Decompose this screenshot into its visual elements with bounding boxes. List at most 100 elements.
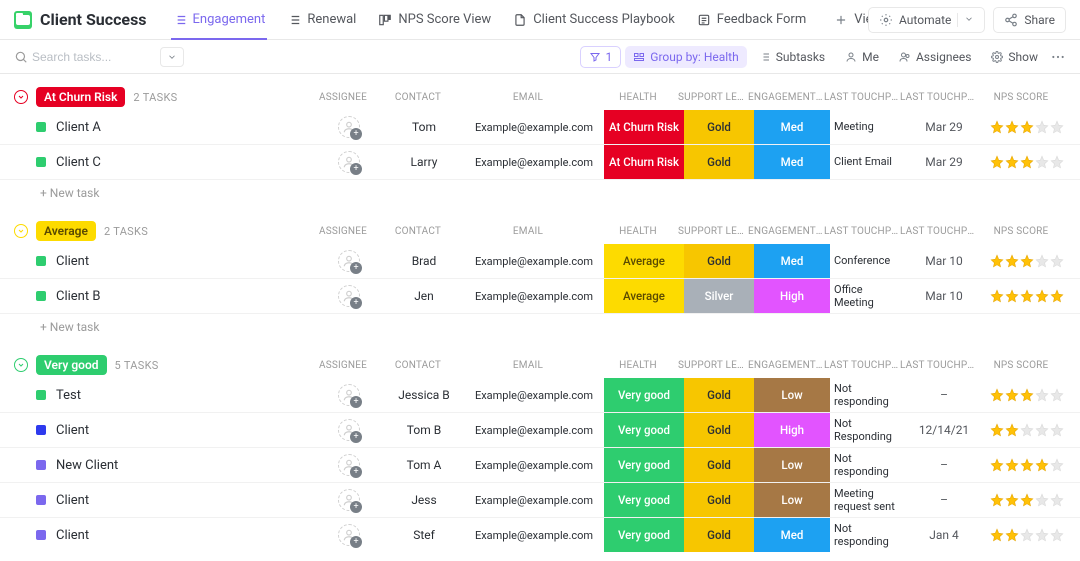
task-name-cell[interactable]: New Client — [14, 448, 314, 482]
view-tab-engagement[interactable]: Engagement — [163, 0, 276, 40]
touchpoint-type-cell[interactable]: Not responding — [830, 518, 906, 552]
health-cell[interactable]: At Churn Risk — [604, 110, 684, 144]
health-cell[interactable]: Very good — [604, 483, 684, 517]
status-indicator[interactable] — [36, 157, 46, 167]
task-row[interactable]: ClientBradExample@example.comAverageGold… — [0, 244, 1080, 279]
support-cell[interactable]: Gold — [684, 518, 754, 552]
more-menu-button[interactable] — [1050, 49, 1066, 65]
add-view-button[interactable]: View — [824, 0, 868, 40]
status-indicator[interactable] — [36, 530, 46, 540]
support-cell[interactable]: Silver — [684, 279, 754, 313]
nps-stars[interactable] — [990, 458, 1064, 472]
health-cell[interactable]: Very good — [604, 378, 684, 412]
automate-button[interactable]: Automate — [868, 7, 985, 33]
task-name-cell[interactable]: Client C — [14, 145, 314, 179]
group-collapse-toggle[interactable] — [14, 90, 28, 104]
contact-cell[interactable]: Tom A — [384, 448, 464, 482]
touchpoint-date-cell[interactable]: Jan 4 — [906, 518, 982, 552]
contact-cell[interactable]: Jess — [384, 483, 464, 517]
email-cell[interactable]: Example@example.com — [464, 279, 604, 313]
nps-stars[interactable] — [990, 155, 1064, 169]
health-cell[interactable]: Average — [604, 279, 684, 313]
engagement-cell[interactable]: High — [754, 279, 830, 313]
health-cell[interactable]: Very good — [604, 518, 684, 552]
task-row[interactable]: ClientJessExample@example.comVery goodGo… — [0, 483, 1080, 518]
automate-chevron[interactable] — [957, 13, 974, 27]
subtasks-chip[interactable]: Subtasks — [751, 46, 833, 68]
engagement-cell[interactable]: Low — [754, 483, 830, 517]
status-indicator[interactable] — [36, 122, 46, 132]
view-tab-renewal[interactable]: Renewal — [277, 0, 366, 40]
assign-avatar-button[interactable] — [338, 524, 360, 546]
assign-avatar-button[interactable] — [338, 285, 360, 307]
contact-cell[interactable]: Larry — [384, 145, 464, 179]
group-name-pill[interactable]: Very good — [36, 355, 107, 375]
support-cell[interactable]: Gold — [684, 145, 754, 179]
assignee-cell[interactable] — [314, 483, 384, 517]
touchpoint-date-cell[interactable]: Mar 29 — [906, 110, 982, 144]
assignee-cell[interactable] — [314, 448, 384, 482]
email-cell[interactable]: Example@example.com — [464, 244, 604, 278]
status-indicator[interactable] — [36, 495, 46, 505]
assignee-cell[interactable] — [314, 378, 384, 412]
assignee-cell[interactable] — [314, 518, 384, 552]
new-task-button[interactable]: + New task — [0, 180, 1080, 210]
touchpoint-date-cell[interactable]: 12/14/21 — [906, 413, 982, 447]
contact-cell[interactable]: Tom B — [384, 413, 464, 447]
email-cell[interactable]: Example@example.com — [464, 110, 604, 144]
group-name-pill[interactable]: At Churn Risk — [36, 87, 125, 107]
engagement-cell[interactable]: Med — [754, 244, 830, 278]
task-name-cell[interactable]: Test — [14, 378, 314, 412]
health-cell[interactable]: Very good — [604, 413, 684, 447]
touchpoint-type-cell[interactable]: Office Meeting — [830, 279, 906, 313]
engagement-cell[interactable]: Low — [754, 448, 830, 482]
engagement-cell[interactable]: Med — [754, 110, 830, 144]
contact-cell[interactable]: Tom — [384, 110, 464, 144]
group-name-pill[interactable]: Average — [36, 221, 96, 241]
nps-stars[interactable] — [990, 528, 1064, 542]
group-collapse-toggle[interactable] — [14, 224, 28, 238]
assignees-chip[interactable]: Assignees — [891, 46, 979, 68]
task-row[interactable]: New ClientTom AExample@example.comVery g… — [0, 448, 1080, 483]
task-name-cell[interactable]: Client — [14, 483, 314, 517]
touchpoint-date-cell[interactable]: Mar 29 — [906, 145, 982, 179]
group-collapse-toggle[interactable] — [14, 358, 28, 372]
nps-cell[interactable] — [982, 145, 1072, 179]
assign-avatar-button[interactable] — [338, 454, 360, 476]
email-cell[interactable]: Example@example.com — [464, 145, 604, 179]
group-by-chip[interactable]: Group by: Health — [625, 46, 746, 68]
email-cell[interactable]: Example@example.com — [464, 378, 604, 412]
engagement-cell[interactable]: Med — [754, 145, 830, 179]
touchpoint-date-cell[interactable]: Mar 10 — [906, 279, 982, 313]
nps-stars[interactable] — [990, 493, 1064, 507]
touchpoint-date-cell[interactable]: – — [906, 448, 982, 482]
support-cell[interactable]: Gold — [684, 110, 754, 144]
search-filter-dropdown[interactable] — [160, 47, 184, 67]
support-cell[interactable]: Gold — [684, 378, 754, 412]
task-row[interactable]: Test Jessica BExample@example.comVery goo… — [0, 378, 1080, 413]
contact-cell[interactable]: Jessica B — [384, 378, 464, 412]
support-cell[interactable]: Gold — [684, 413, 754, 447]
assignee-cell[interactable] — [314, 413, 384, 447]
assign-avatar-button[interactable] — [338, 384, 360, 406]
support-cell[interactable]: Gold — [684, 483, 754, 517]
nps-cell[interactable] — [982, 483, 1072, 517]
contact-cell[interactable]: Stef — [384, 518, 464, 552]
health-cell[interactable]: Average — [604, 244, 684, 278]
touchpoint-date-cell[interactable]: – — [906, 483, 982, 517]
status-indicator[interactable] — [36, 291, 46, 301]
search-input[interactable] — [32, 50, 152, 64]
task-row[interactable]: Client BJenExample@example.comAverageSil… — [0, 279, 1080, 314]
touchpoint-type-cell[interactable]: Not responding — [830, 448, 906, 482]
nps-cell[interactable] — [982, 518, 1072, 552]
touchpoint-type-cell[interactable]: Not Responding — [830, 413, 906, 447]
assignee-cell[interactable] — [314, 110, 384, 144]
assignee-cell[interactable] — [314, 244, 384, 278]
view-tab-nps-score-view[interactable]: NPS Score View — [368, 0, 501, 40]
touchpoint-type-cell[interactable]: Meeting — [830, 110, 906, 144]
nps-cell[interactable] — [982, 378, 1072, 412]
touchpoint-type-cell[interactable]: Conference — [830, 244, 906, 278]
nps-cell[interactable] — [982, 244, 1072, 278]
nps-stars[interactable] — [990, 388, 1064, 402]
nps-stars[interactable] — [990, 120, 1064, 134]
